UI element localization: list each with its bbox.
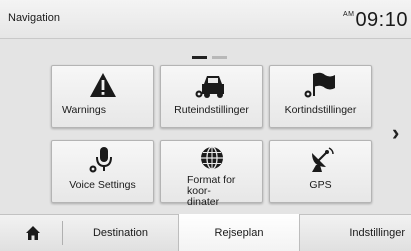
tile-route-settings[interactable]: Ruteindstillinger (160, 65, 263, 128)
home-icon (25, 226, 40, 240)
tile-label: Format for koor- dinater (187, 174, 236, 208)
tab-label: Rejseplan (214, 226, 264, 239)
top-bar: Navigation AM09:10 (0, 0, 411, 39)
tile-label: Kortindstillinger (284, 104, 357, 116)
page-dot-inactive (212, 56, 227, 59)
home-button[interactable] (10, 215, 55, 251)
page-dot-active (192, 56, 207, 59)
tile-warnings[interactable]: Warnings (51, 65, 154, 128)
tile-map-settings[interactable]: Kortindstillinger (269, 65, 372, 128)
app-title: Navigation (8, 12, 60, 24)
flag-gear-icon (270, 70, 371, 100)
car-gear-icon (161, 70, 262, 100)
tile-label: Voice Settings (69, 179, 136, 191)
settings-panel: Warnings Ruteindstillinger Kortindstilli (0, 39, 411, 214)
page-indicator (192, 46, 232, 64)
tab-rejseplan[interactable]: Rejseplan (178, 214, 300, 251)
tab-destination[interactable]: Destination (63, 215, 178, 251)
tab-label: Indstillinger (349, 227, 405, 239)
warning-icon (52, 70, 153, 100)
chevron-right-icon[interactable]: › (392, 122, 399, 144)
bottom-nav-bar: Destination Rejseplan Indstillinger (0, 214, 411, 251)
tile-label: Warnings (62, 104, 106, 116)
satellite-dish-icon (270, 145, 371, 175)
tab-label: Destination (92, 227, 149, 239)
tab-indstillinger[interactable]: Indstillinger (300, 215, 411, 251)
tile-coordinate-format[interactable]: Format for koor- dinater (160, 140, 263, 208)
microphone-gear-icon (52, 145, 153, 175)
globe-icon (161, 145, 262, 175)
tile-label: GPS (309, 179, 332, 191)
clock-ampm: AM (342, 11, 355, 18)
tile-voice-settings[interactable]: Voice Settings (51, 140, 154, 203)
clock-time: 09:10 (355, 9, 408, 31)
tile-label: Ruteindstillinger (174, 104, 249, 116)
clock: AM09:10 (343, 9, 408, 32)
tile-gps[interactable]: GPS (269, 140, 372, 203)
